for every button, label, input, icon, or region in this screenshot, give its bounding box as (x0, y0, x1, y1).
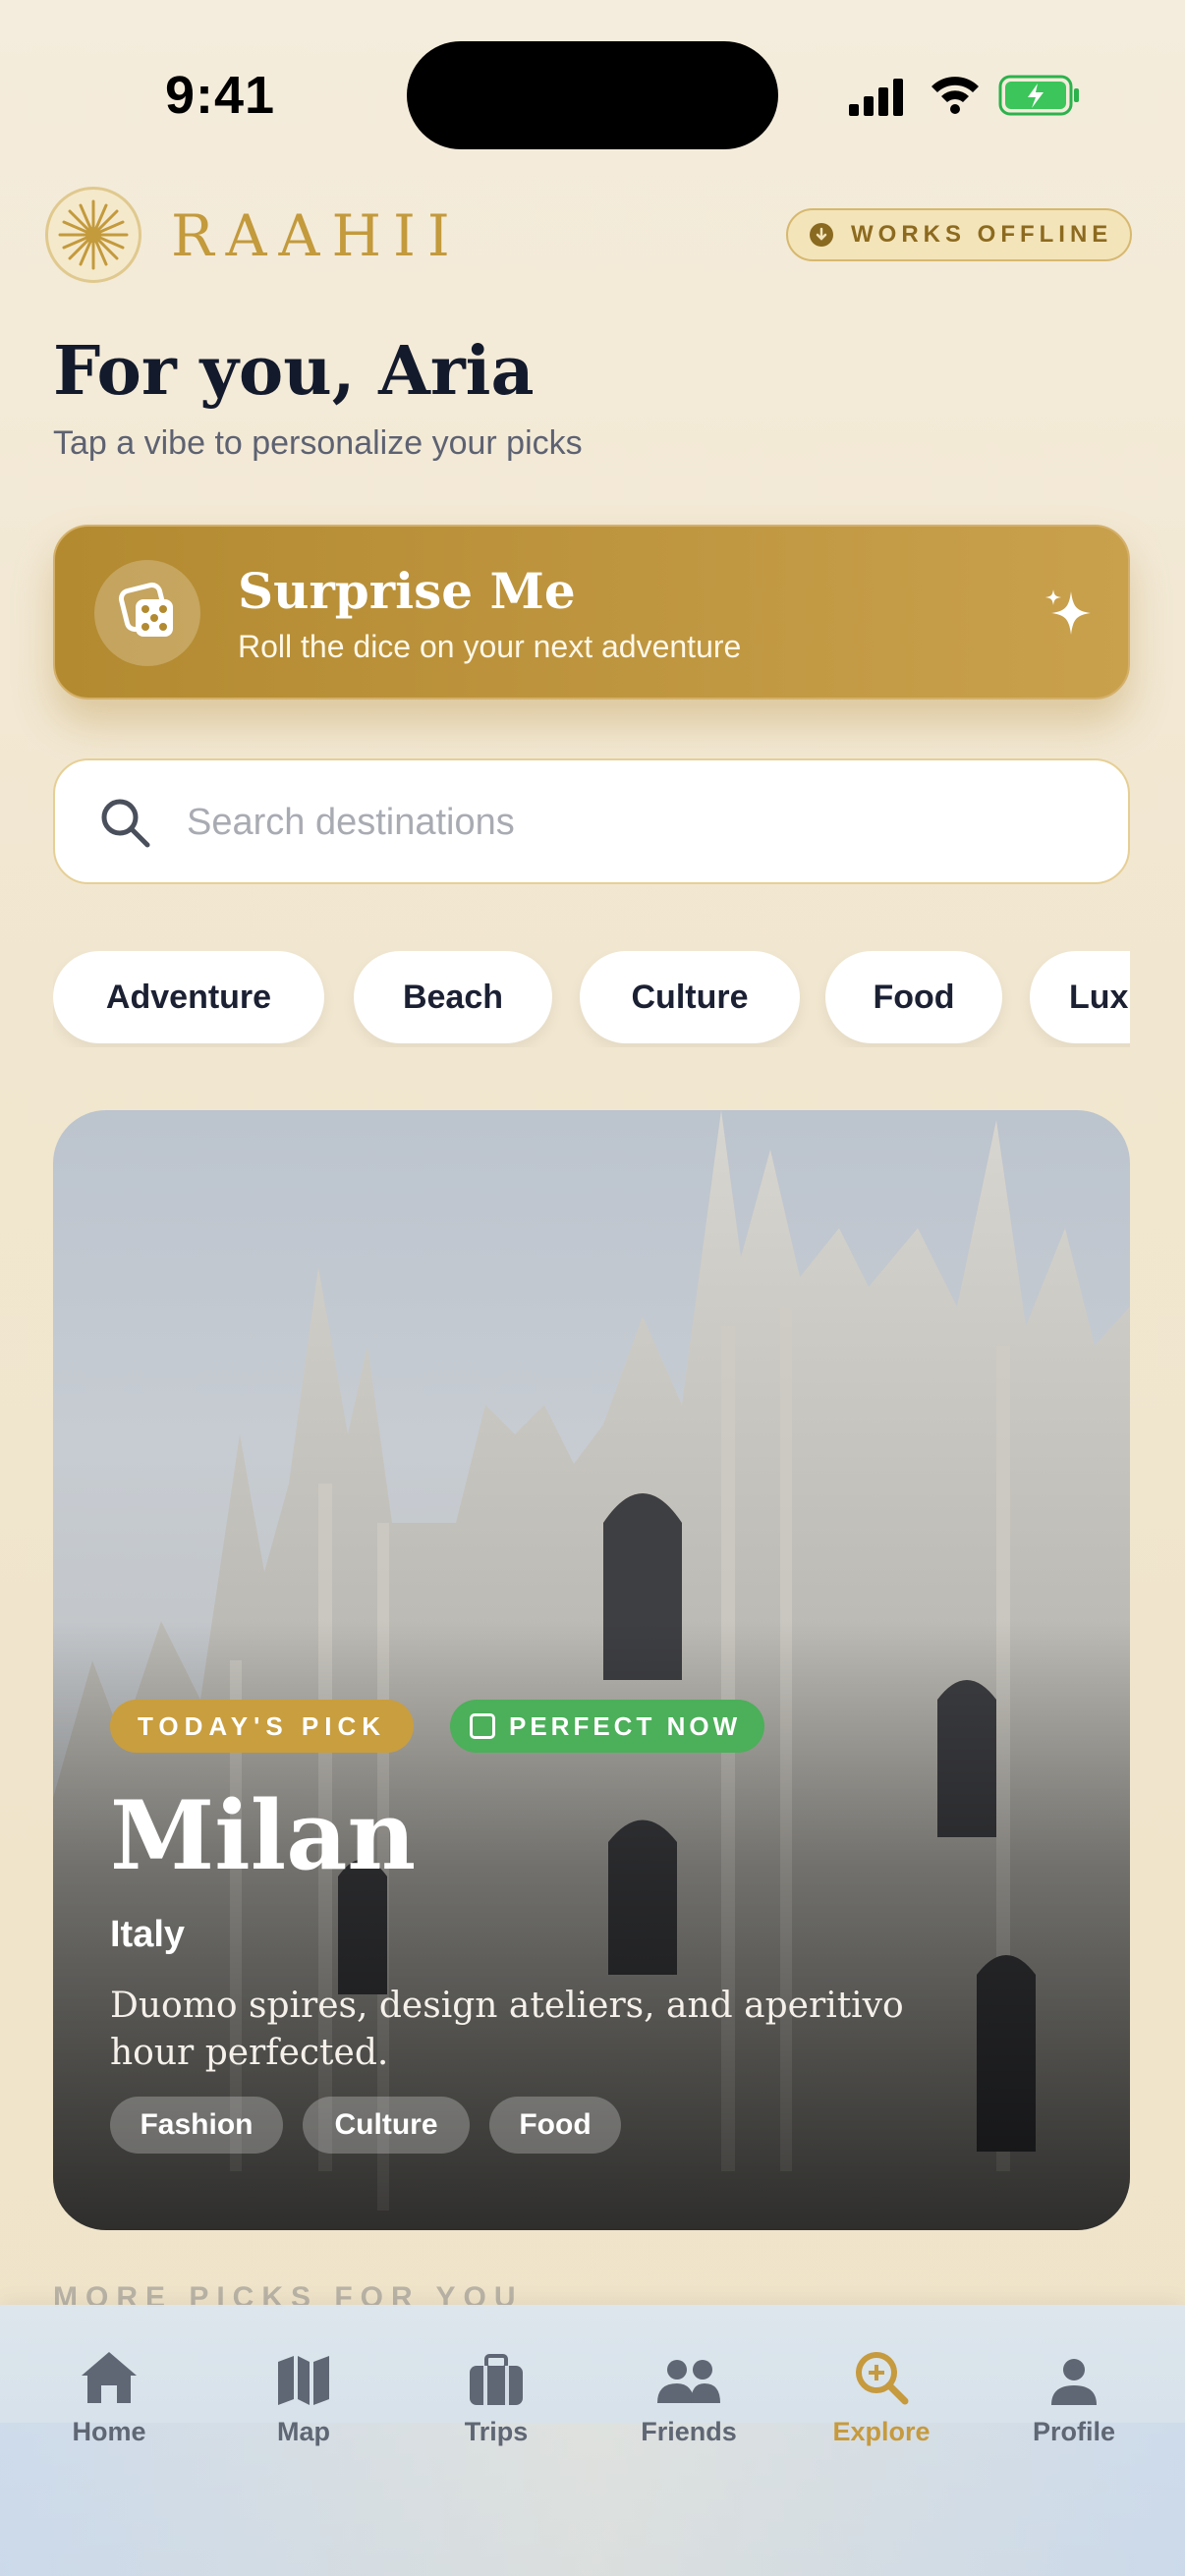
brand-logo-icon (45, 187, 141, 283)
tab-home-label: Home (72, 2417, 146, 2446)
surprise-subtitle: Roll the dice on your next adventure (238, 629, 742, 664)
vibe-chip-luxury[interactable]: Luxury (1030, 951, 1130, 1043)
perfect-now-badge: PERFECT NOW (450, 1700, 765, 1753)
tab-trips[interactable]: Trips (423, 2344, 570, 2472)
page-subtitle: Tap a vibe to personalize your picks (53, 424, 583, 462)
map-icon (278, 2356, 329, 2405)
todays-pick-badge: TODAY'S PICK (110, 1700, 415, 1753)
featured-destination-card[interactable]: TODAY'S PICK PERFECT NOW Milan Italy Duo… (53, 1110, 1130, 2230)
sparkle-icon (1045, 589, 1091, 635)
destination-country: Italy (110, 1914, 186, 1955)
search-input[interactable] (185, 790, 1073, 855)
status-time: 9:41 (165, 66, 276, 125)
dice-icon (94, 560, 200, 666)
tab-friends-label: Friends (641, 2417, 737, 2446)
tab-home[interactable]: Home (35, 2344, 183, 2472)
wifi-icon (931, 77, 979, 114)
works-offline-badge[interactable]: WORKS OFFLINE (786, 208, 1132, 261)
signal-icon (849, 79, 903, 116)
home-icon (82, 2352, 137, 2403)
tag-culture[interactable]: Culture (303, 2097, 470, 2154)
battery-icon (998, 75, 1079, 116)
vibe-chip-food[interactable]: Food (825, 951, 1002, 1043)
search-bar[interactable] (53, 758, 1130, 884)
tab-profile-label: Profile (1032, 2417, 1116, 2446)
vibe-chip-adventure[interactable]: Adventure (53, 951, 324, 1043)
search-icon (101, 799, 150, 848)
briefcase-icon (470, 2354, 523, 2405)
tab-map[interactable]: Map (230, 2344, 377, 2472)
vibe-chip-beach[interactable]: Beach (354, 951, 552, 1043)
tag-food[interactable]: Food (489, 2097, 621, 2154)
surprise-title: Surprise Me (238, 562, 576, 620)
download-icon (810, 223, 833, 247)
tab-map-label: Map (277, 2417, 330, 2446)
page-title: For you, Aria (53, 332, 535, 411)
offline-badge-label: WORKS OFFLINE (851, 221, 1113, 248)
brand-name: RAAHII (171, 202, 462, 269)
profile-icon (1051, 2359, 1097, 2405)
vibe-chips: Adventure Beach Culture Food Luxury (53, 951, 1130, 1047)
vibe-chip-culture[interactable]: Culture (580, 951, 800, 1043)
destination-description: Duomo spires, design ateliers, and aperi… (110, 1986, 904, 2073)
status-bar: 9:41 (0, 0, 1185, 187)
tab-trips-label: Trips (464, 2417, 529, 2446)
tag-fashion[interactable]: Fashion (110, 2097, 283, 2154)
calendar-icon (470, 1713, 495, 1739)
tab-profile[interactable]: Profile (1000, 2344, 1148, 2472)
friends-icon (657, 2360, 720, 2403)
dynamic-island (407, 41, 778, 149)
surprise-me-button[interactable]: Surprise Me Roll the dice on your next a… (53, 525, 1130, 700)
bottom-tab-bar: Home Map Trips Friends Explore Profile (0, 2305, 1185, 2576)
tab-friends[interactable]: Friends (615, 2344, 762, 2472)
perfect-now-label: PERFECT NOW (509, 1710, 742, 1741)
destination-city: Milan (110, 1780, 417, 1891)
explore-icon (856, 2352, 909, 2405)
tab-explore-label: Explore (832, 2417, 931, 2446)
tab-explore[interactable]: Explore (808, 2344, 955, 2472)
